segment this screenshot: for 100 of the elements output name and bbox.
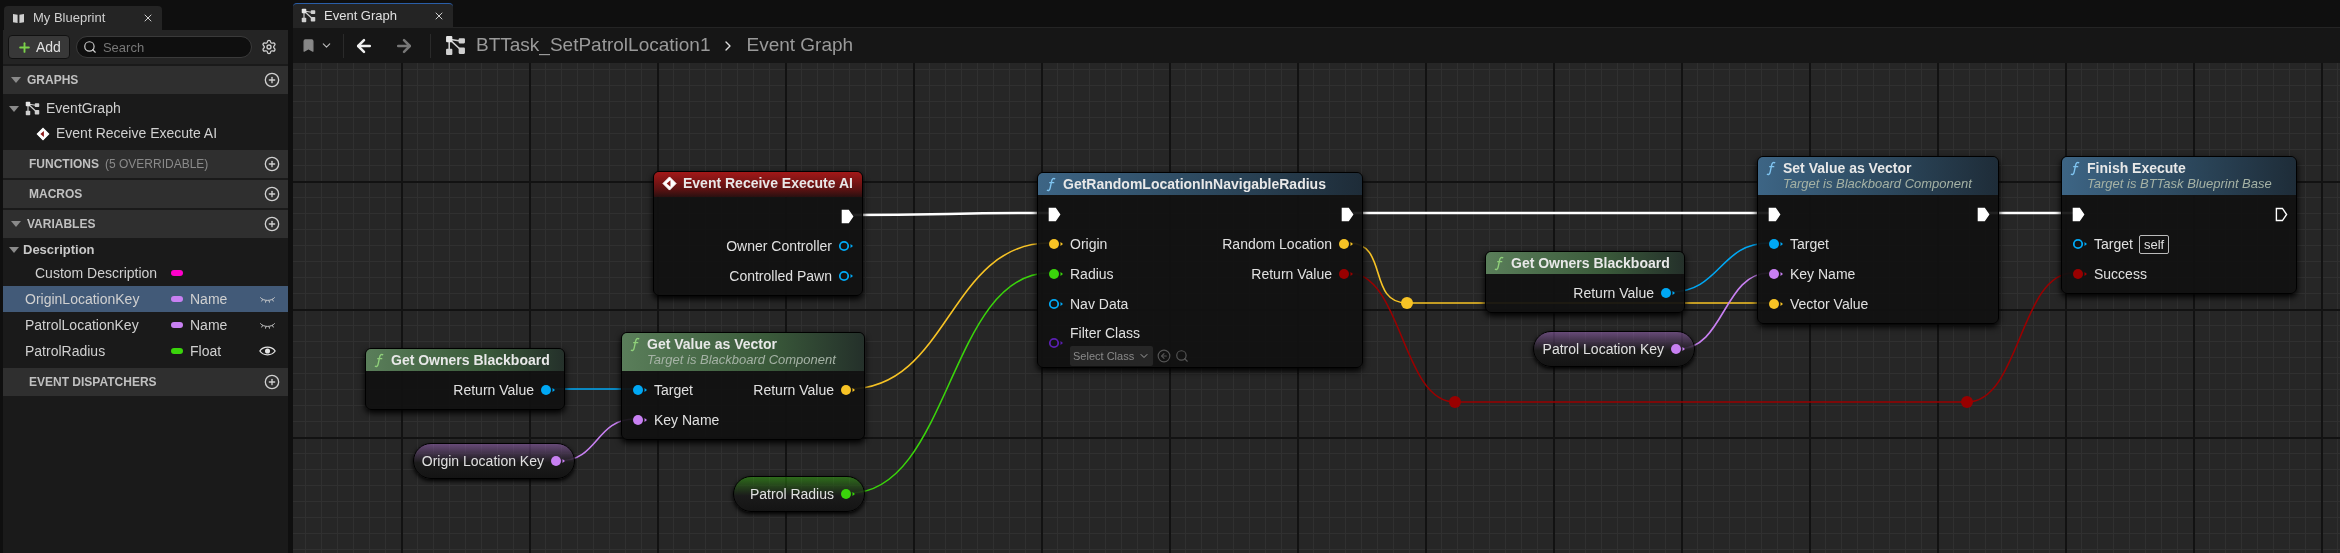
expand-caret-icon[interactable] (9, 105, 19, 112)
pin-icon[interactable] (1768, 238, 1784, 250)
pin-icon[interactable] (550, 455, 566, 467)
pin-icon[interactable] (840, 488, 856, 500)
settings-icon[interactable] (260, 39, 277, 55)
closed-eye-icon[interactable] (259, 295, 276, 303)
blueprint-node[interactable]: Finish Execute Target is BTTask Blueprint Base Target self Success (2061, 156, 2297, 294)
pin-icon[interactable] (540, 384, 556, 396)
graph-canvas[interactable] (293, 63, 2340, 553)
pin-label: Success (2094, 264, 2147, 284)
pin-icon[interactable] (838, 270, 854, 282)
pin-icon[interactable] (1768, 268, 1784, 280)
pin-icon[interactable] (840, 384, 856, 396)
variable-name: OriginLocationKey (24, 289, 141, 309)
graph-tab[interactable]: Event Graph (293, 3, 453, 27)
exec-pin-icon[interactable] (1977, 206, 1990, 222)
section-note: (5 OVERRIDABLE) (105, 156, 209, 173)
breadcrumb-item[interactable]: Event Graph (746, 31, 854, 60)
pin-label: Key Name (1790, 264, 1856, 284)
add-icon[interactable] (264, 186, 280, 202)
expand-caret-icon[interactable] (11, 77, 21, 83)
close-icon[interactable] (142, 12, 154, 24)
section-header[interactable]: GRAPHS (3, 66, 288, 94)
pin-icon[interactable] (1338, 238, 1354, 250)
variable-row[interactable]: Custom Description (3, 260, 288, 286)
exec-pin-icon[interactable] (2275, 206, 2288, 222)
node-subtitle: Target is Blackboard Component (647, 352, 836, 368)
tree-item[interactable]: EventGraph (46, 98, 121, 119)
pin-label: Return Value (1251, 264, 1332, 284)
book-icon (12, 12, 25, 24)
pin-label: Return Value (1573, 283, 1654, 303)
plus-icon (17, 39, 32, 55)
expand-caret-icon[interactable] (9, 247, 19, 253)
exec-pin-icon[interactable] (841, 208, 854, 224)
pin-icon[interactable] (1048, 298, 1064, 310)
use-selected-icon[interactable] (1157, 349, 1172, 363)
exec-pin-icon[interactable] (1048, 206, 1061, 222)
pin-label: Origin (1070, 234, 1108, 254)
blueprint-node[interactable]: Get Value as Vector Target is Blackboard Component Target Return Value Key Name (621, 332, 865, 440)
variable-type: Float (190, 341, 222, 361)
pin-icon[interactable] (1048, 238, 1064, 250)
tab-title: My Blueprint (33, 9, 106, 28)
exec-pin-icon[interactable] (1768, 206, 1781, 222)
add-icon[interactable] (264, 216, 280, 232)
search-field[interactable]: Search (75, 36, 252, 58)
variable-row[interactable]: PatrolLocationKey Name (3, 312, 288, 338)
node-title: Get Owners Blackboard (391, 352, 550, 368)
pin-icon[interactable] (632, 414, 648, 426)
blueprint-node[interactable]: Get Owners Blackboard Return Value (365, 348, 565, 410)
function-icon (630, 337, 641, 352)
panel-tab[interactable]: My Blueprint (4, 6, 162, 30)
breadcrumb-item[interactable]: BTTask_SetPatrolLocation1 (476, 31, 711, 60)
section-header[interactable]: VARIABLES (3, 210, 288, 238)
pin-label: Filter Class (1070, 324, 1141, 343)
exec-pin-icon[interactable] (1341, 206, 1354, 222)
category-label[interactable]: Description (23, 240, 95, 260)
blueprint-node[interactable]: Get Owners Blackboard Return Value (1485, 251, 1685, 313)
node-title: Get Value as Vector (647, 336, 778, 352)
pin-icon[interactable] (1660, 287, 1676, 299)
pin-value-field[interactable]: self (2138, 234, 2170, 254)
pin-icon[interactable] (2072, 238, 2088, 250)
section-header[interactable]: EVENT DISPATCHERS (3, 368, 288, 396)
add-icon[interactable] (264, 156, 280, 172)
section-header[interactable]: FUNCTIONS (5 OVERRIDABLE) (3, 150, 288, 178)
section-title: MACROS (29, 186, 83, 203)
variable-type: Name (190, 315, 228, 335)
add-icon[interactable] (264, 72, 280, 88)
node-title: Event Receive Execute AI (683, 175, 853, 191)
variable-node[interactable]: Origin Location Key (413, 443, 575, 479)
pin-label: Vector Value (1790, 294, 1869, 314)
pin-label: Owner Controller (726, 236, 832, 256)
tree-item[interactable]: Event Receive Execute AI (56, 123, 218, 144)
variable-node[interactable]: Patrol Location Key (1533, 331, 1695, 367)
add-button[interactable]: Add (8, 35, 70, 59)
pin-icon[interactable] (838, 240, 854, 252)
variable-name: PatrolRadius (24, 341, 107, 361)
eye-icon[interactable] (259, 345, 276, 357)
node-subtitle: Target is Blackboard Component (1783, 176, 1972, 192)
variable-row[interactable]: PatrolRadius Float (3, 338, 288, 364)
expand-caret-icon[interactable] (11, 221, 21, 227)
pin-icon[interactable] (632, 384, 648, 396)
add-icon[interactable] (264, 374, 280, 390)
pin-icon[interactable] (1670, 343, 1686, 355)
variable-node[interactable]: Patrol Radius (733, 476, 865, 512)
section-header[interactable]: MACROS (3, 180, 288, 208)
blueprint-node[interactable]: Set Value as Vector Target is Blackboard Component Target Key Name Vector Value (1757, 156, 1999, 324)
bookmark-icon[interactable] (301, 38, 316, 53)
pin-icon[interactable] (1048, 268, 1064, 280)
pin-label: Controlled Pawn (729, 266, 832, 286)
graph-icon (445, 35, 466, 56)
function-icon (1494, 256, 1505, 271)
exec-pin-icon[interactable] (2072, 206, 2085, 222)
class-select[interactable]: Select Class (1070, 346, 1154, 366)
closed-eye-icon[interactable] (259, 321, 276, 329)
tab-title: Event Graph (324, 6, 397, 25)
pin-icon[interactable] (1768, 298, 1784, 310)
section-title: VARIABLES (27, 216, 96, 233)
variable-row[interactable]: OriginLocationKey Name (3, 286, 288, 312)
blueprint-node[interactable]: GetRandomLocationInNavigableRadius Origin Random Location Radius Return Value Nav Data Filter Class Select Class (1037, 172, 1363, 368)
blueprint-node[interactable]: Event Receive Execute AI Owner Controller Controlled Pawn (653, 171, 863, 296)
